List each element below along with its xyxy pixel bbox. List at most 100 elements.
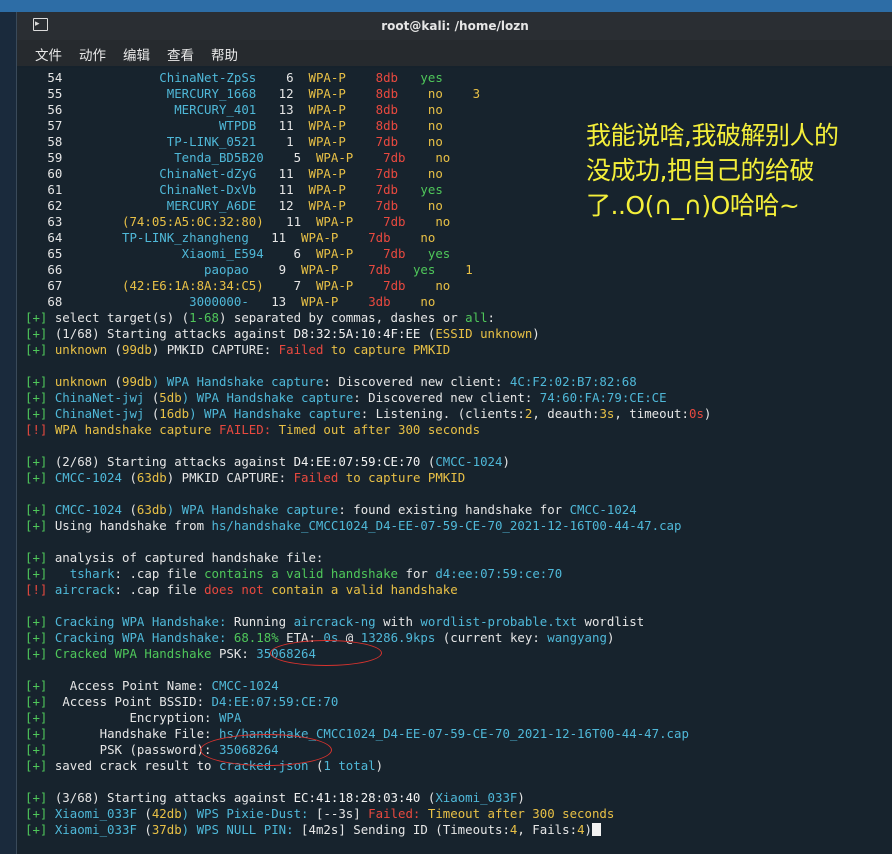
terminal-text-segment: CMCC-1024 [54, 502, 122, 517]
terminal-text-segment: 68 [25, 294, 190, 309]
terminal-text-segment: 63db [136, 470, 167, 485]
terminal-text-segment: 1 total [323, 758, 376, 773]
terminal-text-segment: MERCURY_1668 [166, 86, 257, 101]
terminal-line: [+] Using handshake from hs/handshake_CM… [25, 518, 885, 534]
menu-item-file[interactable]: 文件 [35, 44, 62, 64]
terminal-line: [+] Cracking WPA Handshake: 68.18% ETA: … [25, 630, 885, 646]
terminal-text-segment: 7db [383, 214, 406, 229]
terminal-text-segment: 8db [375, 86, 399, 101]
terminal-text-segment: 9 [248, 262, 302, 277]
terminal-text-segment: , Fails: [517, 822, 578, 837]
terminal-text-segment: 7db [383, 246, 406, 261]
terminal-text-segment: 8db [375, 118, 399, 133]
terminal-text-segment: (3/68) Starting attacks against [54, 790, 294, 805]
terminal-text-segment: ) [502, 454, 510, 469]
menu-item-action[interactable]: 动作 [79, 44, 106, 64]
terminal-text-segment: CMCC-1024 [435, 454, 503, 469]
terminal-text-segment: ) WPA Handshake capture [151, 374, 324, 389]
menu-item-edit[interactable]: 编辑 [123, 44, 150, 64]
terminal-text-segment: wordlist-probable.txt [420, 614, 578, 629]
text-cursor [592, 823, 601, 836]
terminal-text-segment: does not [204, 582, 264, 597]
terminal-text-segment: 37db [151, 822, 182, 837]
terminal-text-segment: [+] [25, 518, 55, 533]
title-bar[interactable]: ▸ root@kali: /home/lozn [17, 12, 892, 40]
terminal-line: [+] (2/68) Starting attacks against D4:E… [25, 454, 885, 470]
terminal-text-segment: 62 [25, 198, 167, 213]
terminal-text-segment: 5 [263, 150, 316, 165]
menu-item-view[interactable]: 查看 [167, 44, 194, 64]
terminal-text-segment: [+] [25, 566, 70, 581]
terminal-text-segment: 4C:F2:02:B7:82:68 [509, 374, 637, 389]
terminal-text-segment: WPA-P [308, 198, 346, 213]
terminal-text-segment: ) [606, 630, 615, 645]
terminal-line: 68 3000000- 13 WPA-P 3db no [25, 294, 885, 310]
terminal-text-segment: WPA-P [301, 294, 339, 309]
terminal-text-segment: TP-LINK_zhangheng [121, 230, 249, 245]
terminal-text-segment: MERCURY_A6DE [166, 198, 257, 213]
terminal-text-segment: 11 [263, 214, 316, 229]
terminal-text-segment: 58 [25, 134, 167, 149]
highlight-ellipse-psk [270, 640, 382, 666]
terminal-text-segment: (74:05:A5:0C:32:80) [121, 214, 264, 229]
terminal-text-segment: 11 [248, 230, 302, 245]
menu-item-help[interactable]: 帮助 [211, 44, 238, 64]
terminal-text-segment: [+] [25, 406, 55, 421]
terminal-text-segment: ) WPA Handshake capture [181, 390, 354, 405]
terminal-line: [+] Cracked WPA Handshake PSK: 35068264 [25, 646, 885, 662]
terminal-text-segment: Timed out after 300 seconds [271, 422, 481, 437]
terminal-text-segment: ) PMKID CAPTURE: [151, 342, 279, 357]
terminal-text-segment: for [398, 566, 436, 581]
terminal-text-segment: 3 [472, 86, 481, 101]
terminal-line: [+] ChinaNet-jwj (5db) WPA Handshake cap… [25, 390, 885, 406]
terminal-text-segment: 67 [25, 278, 122, 293]
menu-bar: 文件 动作 编辑 查看 帮助 [17, 40, 892, 66]
terminal-text-segment: 6 [256, 70, 309, 85]
terminal-text-segment: 12 [256, 86, 309, 101]
terminal-text-segment: to capture PMKID [323, 342, 451, 357]
terminal-text-segment: no [427, 166, 443, 181]
terminal-text-segment: WPA-P [301, 230, 339, 245]
terminal-text-segment: ( [144, 390, 160, 405]
terminal-text-segment: 59 [25, 150, 175, 165]
terminal-line: [+] Access Point BSSID: D4:EE:07:59:CE:7… [25, 694, 885, 710]
terminal-text-segment: no [427, 102, 443, 117]
terminal-text-segment: yes [427, 246, 451, 261]
terminal-text-segment: 7db [383, 278, 406, 293]
terminal-text-segment: ( [420, 454, 436, 469]
terminal-text-segment: 12 [256, 198, 309, 213]
terminal-text-segment: (2/68) Starting attacks against [54, 454, 294, 469]
terminal-text-segment: 13 [256, 102, 309, 117]
terminal-line: [+] unknown (99db) PMKID CAPTURE: Failed… [25, 342, 885, 358]
terminal-text-segment: (42:E6:1A:8A:34:C5) [121, 278, 264, 293]
terminal-text-segment: with [375, 614, 421, 629]
terminal-text-segment: [4m2s] [301, 822, 354, 837]
terminal-text-segment: 3000000- [189, 294, 249, 309]
terminal-text-segment: 7db [368, 262, 391, 277]
terminal-text-segment: ) WPA Handshake capture [166, 502, 339, 517]
terminal-line: [+] unknown (99db) WPA Handshake capture… [25, 374, 885, 390]
terminal-text-segment: ( [136, 806, 152, 821]
terminal-text-segment: ( [107, 342, 122, 357]
terminal-text-segment: 61 [25, 182, 160, 197]
terminal-text-segment: WPA-P [308, 166, 346, 181]
terminal-text-segment: : .cap file [114, 582, 205, 597]
terminal-text-segment: WPA handshake capture [54, 422, 219, 437]
terminal-text-segment: no [427, 86, 443, 101]
terminal-text-segment: no [420, 230, 436, 245]
terminal-text-segment: [+] [25, 822, 55, 837]
terminal-text-segment: ) PMKID CAPTURE: [166, 470, 294, 485]
terminal-text-segment: [+] [25, 550, 55, 565]
terminal-text-segment: WPA-P [308, 70, 346, 85]
terminal-text-segment: all [465, 310, 488, 325]
